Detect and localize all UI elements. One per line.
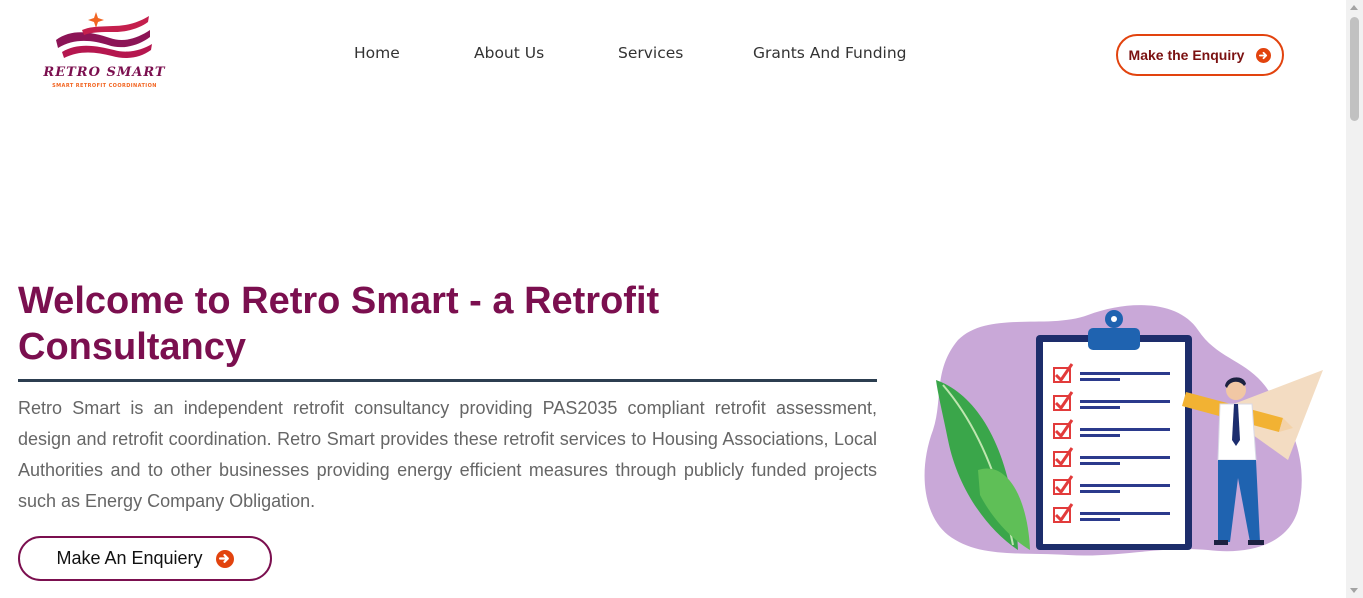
make-an-enquiery-label: Make An Enquiery — [56, 548, 203, 568]
make-the-enquiry-button[interactable]: Make the Enquiry — [1116, 34, 1284, 76]
vertical-scrollbar[interactable] — [1346, 0, 1363, 598]
scroll-down-arrow-icon[interactable] — [1350, 588, 1358, 593]
logo-title: RETRO SMART — [43, 65, 166, 80]
hero-title: Welcome to Retro Smart - a Retrofit Cons… — [18, 280, 660, 368]
site-header: RETRO SMART SMART RETROFIT COORDINATION … — [0, 0, 1346, 110]
nav-item-grants-and-funding[interactable]: Grants And Funding — [753, 44, 907, 62]
scroll-up-arrow-icon[interactable] — [1350, 5, 1358, 10]
nav-item-services[interactable]: Services — [618, 44, 683, 62]
hero-divider — [18, 379, 877, 382]
scroll-thumb[interactable] — [1350, 17, 1359, 121]
make-the-enquiry-label: Make the Enquiry — [1128, 47, 1245, 63]
nav-item-home[interactable]: Home — [354, 44, 400, 62]
make-an-enquiery-button[interactable]: Make An Enquiery — [18, 536, 272, 581]
nav-item-about-us[interactable]: About Us — [474, 44, 544, 62]
checklist-clipboard-illustration — [924, 305, 1323, 556]
arrow-circle-right-icon — [215, 549, 234, 568]
arrow-circle-right-icon — [1256, 47, 1272, 63]
logo-subtitle: SMART RETROFIT COORDINATION — [52, 83, 157, 89]
hero-description: Retro Smart is an independent retrofit c… — [18, 398, 877, 511]
